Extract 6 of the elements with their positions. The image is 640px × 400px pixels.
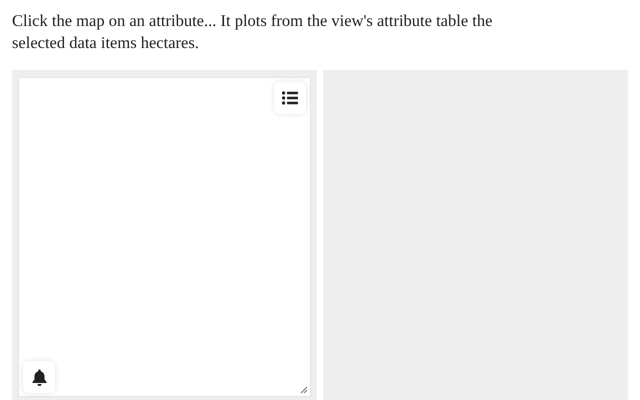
list-button[interactable] xyxy=(274,82,306,114)
bell-icon xyxy=(32,368,46,386)
intro-text: Click the map on an attribute... It plots from the view's attribute table the selected data items hectares. xyxy=(12,10,494,54)
resize-grip-icon[interactable] xyxy=(300,386,308,394)
list-icon xyxy=(282,91,298,105)
notification-button[interactable] xyxy=(23,361,55,393)
